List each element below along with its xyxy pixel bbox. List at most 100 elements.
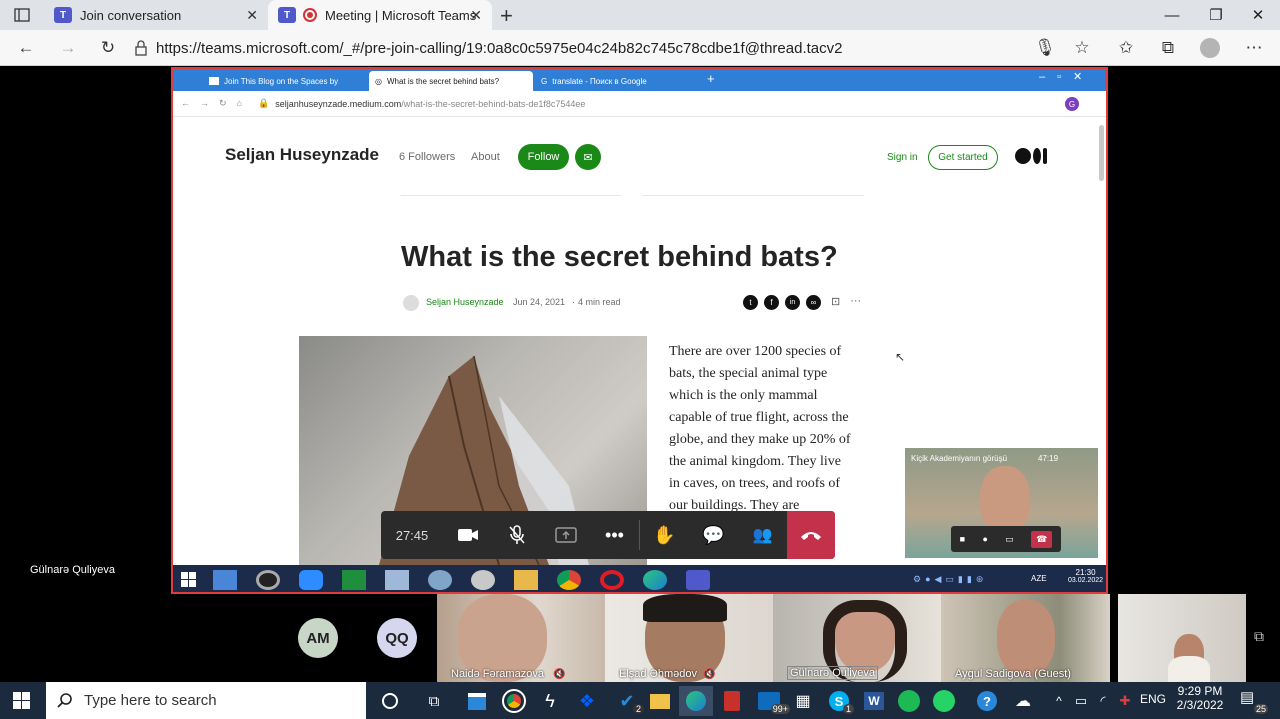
edge-icon[interactable] [679, 686, 713, 716]
twitter-icon[interactable]: t [743, 295, 758, 310]
chat-icon[interactable]: 💬 [689, 511, 738, 559]
chrome-url-path[interactable]: /what-is-the-secret-behind-bats-de1f8c75… [401, 99, 585, 109]
language-indicator[interactable]: ENG [1140, 692, 1166, 706]
calculator-icon[interactable]: ▦ [786, 686, 820, 716]
chrome-tab-translate[interactable]: G translate - Поиск в Google [535, 71, 695, 91]
whatsapp-icon[interactable] [927, 686, 961, 716]
hang-up-button[interactable] [787, 511, 835, 559]
expand-gallery-icon[interactable]: ⧉ [1254, 628, 1264, 645]
participant-avatar-qq[interactable]: QQ [377, 618, 417, 658]
refresh-icon[interactable]: ↻ [88, 30, 128, 66]
new-tab-button[interactable]: + [707, 71, 715, 86]
video-tile[interactable]: Elşad Əhmədov 🔇 [605, 594, 773, 682]
about-link[interactable]: About [471, 151, 500, 163]
pip-hangup-icon[interactable]: ☎ [1031, 530, 1053, 548]
participant-avatar-am[interactable]: AM [298, 618, 338, 658]
task-view-icon[interactable]: ⧉ [417, 686, 451, 716]
edge-tab-meeting[interactable]: T Meeting | Microsoft Teams ✕ [268, 0, 492, 30]
cortana-icon[interactable] [373, 686, 407, 716]
close-window-icon[interactable]: ✕ [1236, 0, 1280, 30]
back-icon[interactable]: ← [6, 30, 46, 66]
outlook-icon[interactable]: 99+ [752, 686, 790, 716]
new-tab-button[interactable]: + [500, 3, 513, 29]
video-tile[interactable]: Gülnarə Quliyeva [773, 594, 941, 682]
camera-button[interactable] [443, 511, 492, 559]
close-tab-icon[interactable]: ✕ [470, 7, 482, 24]
chrome-profile-avatar[interactable]: G [1065, 97, 1079, 111]
subscribe-mail-icon[interactable]: ✉ [575, 144, 601, 170]
tab-actions-icon[interactable] [14, 7, 30, 23]
facebook-icon[interactable]: f [764, 295, 779, 310]
more-actions-icon[interactable]: ••• [590, 511, 639, 559]
microphone-icon[interactable]: 🎙 [1025, 30, 1065, 66]
close-tab-icon[interactable]: ✕ [246, 7, 258, 24]
app-icon [471, 570, 495, 590]
taskbar-search-box[interactable]: Type here to search [46, 682, 366, 719]
sign-in-link[interactable]: Sign in [887, 152, 918, 163]
taskbar-clock[interactable]: 9:29 PM 2/3/2022 [1170, 684, 1230, 712]
scrollbar-thumb[interactable] [1099, 125, 1104, 181]
self-video-tile[interactable] [1118, 594, 1246, 682]
participants-icon[interactable]: 👥 [738, 511, 787, 559]
follow-button[interactable]: Follow [518, 144, 569, 170]
edge-tab-join[interactable]: T Join conversation ✕ [44, 0, 268, 30]
participant-name: Elşad Əhmədov [619, 668, 697, 680]
dropbox-icon[interactable]: ❖ [570, 686, 604, 716]
chrome-window-controls[interactable]: –▫✕ [1039, 70, 1094, 83]
windows-start-icon[interactable] [13, 692, 30, 709]
pip-video[interactable]: Kiçik Akademiyanın görüşü 47:19 ■ ● ▭ ☎ [905, 448, 1098, 558]
video-tile[interactable]: Naidə Fəramazova 🔇 [437, 594, 605, 682]
share-button[interactable] [541, 511, 590, 559]
profile-avatar[interactable] [1200, 38, 1220, 58]
chrome-icon[interactable] [497, 686, 531, 716]
pip-share-icon[interactable]: ▭ [1005, 534, 1014, 545]
file-explorer-icon[interactable] [643, 686, 677, 716]
body-line: globe, and they make up 20% of [669, 432, 851, 447]
pip-title: Kiçik Akademiyanın görüşü [911, 454, 1008, 463]
more-icon[interactable]: ··· [850, 295, 861, 310]
add-favorite-icon[interactable]: ☆ [1062, 30, 1102, 66]
chrome-tab-blog[interactable]: Join This Blog on the Spaces by [203, 71, 373, 91]
forward-icon[interactable]: → [48, 30, 88, 66]
author-avatar[interactable] [403, 295, 419, 311]
onedrive-icon[interactable]: ☁ [1006, 686, 1040, 716]
link-icon[interactable]: ∞ [806, 295, 821, 310]
todo-icon[interactable]: ✔ 2 [610, 686, 644, 716]
restore-icon[interactable]: ❐ [1194, 0, 1238, 30]
volume-icon[interactable]: ✚ [1108, 686, 1142, 716]
collections-icon[interactable]: ⧉ [1148, 30, 1188, 66]
medium-logo-icon[interactable] [1015, 148, 1047, 164]
chrome-tab-article[interactable]: ◎ What is the secret behind bats? [369, 71, 533, 91]
app-icon [213, 570, 237, 590]
settings-more-icon[interactable]: ⋯ [1234, 30, 1274, 66]
linkedin-icon[interactable]: in [785, 295, 800, 310]
video-tile[interactable]: Aygul Sadigova (Guest) [941, 594, 1110, 682]
followers-count[interactable]: 6 Followers [399, 151, 455, 163]
byline-author[interactable]: Seljan Huseynzade [426, 297, 504, 307]
lightning-app-icon[interactable]: ϟ [533, 686, 567, 716]
chrome-url-host[interactable]: seljanhuseynzade.medium.com [275, 99, 401, 109]
hang-up-icon [801, 532, 821, 540]
notification-center-icon[interactable]: ▤ 25 [1240, 688, 1268, 714]
pdf-reader-icon[interactable] [715, 686, 749, 716]
mic-button[interactable] [492, 511, 541, 559]
help-icon[interactable]: ? [970, 686, 1004, 716]
tab-title: What is the secret behind bats? [386, 76, 500, 86]
minimize-icon[interactable]: — [1150, 0, 1194, 30]
lock-icon: 🔒 [257, 98, 270, 108]
pip-camera-icon[interactable]: ■ [960, 534, 965, 544]
presenter-name: Gülnarə Quliyeva [30, 564, 115, 576]
pip-time: 47:19 [1038, 454, 1059, 463]
bookmark-icon[interactable]: ⊡ [831, 295, 840, 310]
url-field[interactable]: https://teams.microsoft.com/_#/pre-join-… [134, 34, 1094, 62]
skype-icon[interactable]: S 1 [822, 686, 856, 716]
spotify-icon[interactable] [892, 686, 926, 716]
pip-mic-icon[interactable]: ● [982, 534, 987, 544]
word-icon[interactable]: W [857, 686, 891, 716]
raise-hand-icon[interactable]: ✋ [640, 511, 689, 559]
chrome-nav-icons[interactable]: ←→↻⌂ [181, 98, 252, 109]
favorites-icon[interactable]: ✩ [1106, 30, 1146, 66]
author-name[interactable]: Seljan Huseynzade [225, 145, 379, 165]
get-started-button[interactable]: Get started [928, 145, 998, 170]
store-icon[interactable] [460, 686, 494, 716]
